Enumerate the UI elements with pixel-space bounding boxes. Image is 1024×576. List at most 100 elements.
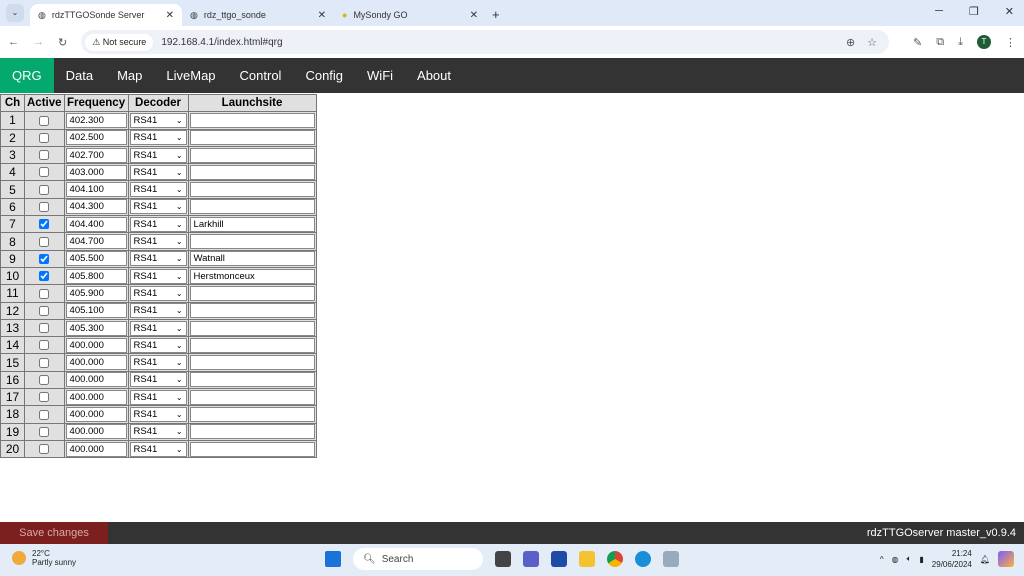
weather-widget[interactable]: 22°C Partly sunny xyxy=(12,549,76,567)
tab-rdz-ttgo-sonde[interactable]: ◍ rdz_ttgo_sonde ✕ xyxy=(182,4,334,26)
frequency-input[interactable]: 405.800 xyxy=(65,268,127,284)
decoder-select[interactable]: RS41 ⌄ xyxy=(129,112,187,128)
frequency-input[interactable]: 400.000 xyxy=(65,372,127,388)
active-checkbox[interactable] xyxy=(39,132,50,143)
download-icon[interactable]: ⤓ xyxy=(958,36,963,49)
active-checkbox[interactable] xyxy=(39,288,50,299)
profile-avatar[interactable]: T xyxy=(977,35,991,49)
decoder-select[interactable]: RS41 ⌄ xyxy=(129,424,187,440)
start-icon[interactable] xyxy=(325,551,341,567)
decoder-select[interactable]: RS41 ⌄ xyxy=(129,130,187,146)
tab-mysondy-go[interactable]: ● MySondy GO ✕ xyxy=(334,4,486,26)
nav-qrg[interactable]: QRG xyxy=(0,58,54,93)
active-checkbox[interactable] xyxy=(39,374,50,385)
active-checkbox[interactable] xyxy=(39,253,50,264)
launchsite-input[interactable] xyxy=(189,441,315,457)
frequency-input[interactable]: 405.300 xyxy=(65,320,127,336)
task-view-icon[interactable] xyxy=(495,551,511,567)
decoder-select[interactable]: RS41 ⌄ xyxy=(129,147,187,163)
active-checkbox[interactable] xyxy=(39,219,50,230)
active-checkbox[interactable] xyxy=(39,409,50,420)
decoder-select[interactable]: RS41 ⌄ xyxy=(129,303,187,319)
close-tab-icon[interactable]: ✕ xyxy=(166,10,174,21)
decoder-select[interactable]: RS41 ⌄ xyxy=(129,199,187,215)
not-secure-badge[interactable]: ⚠ Not secure xyxy=(85,33,154,51)
frequency-input[interactable]: 400.000 xyxy=(65,355,127,371)
launchsite-input[interactable] xyxy=(189,337,315,353)
decoder-select[interactable]: RS41 ⌄ xyxy=(129,389,187,405)
close-window-icon[interactable]: ✕ xyxy=(1005,5,1014,18)
frequency-input[interactable]: 404.300 xyxy=(65,199,127,215)
active-checkbox[interactable] xyxy=(39,167,50,178)
decoder-select[interactable]: RS41 ⌄ xyxy=(129,355,187,371)
launchsite-input[interactable] xyxy=(189,372,315,388)
active-checkbox[interactable] xyxy=(39,444,50,455)
launchsite-input[interactable]: Herstmonceux xyxy=(189,268,315,284)
launchsite-input[interactable]: Larkhill xyxy=(189,216,315,232)
forward-icon[interactable]: → xyxy=(33,36,44,48)
back-icon[interactable]: ← xyxy=(8,36,19,48)
file-explorer-icon[interactable] xyxy=(579,551,595,567)
restore-icon[interactable]: ❐ xyxy=(969,5,979,18)
active-checkbox[interactable] xyxy=(39,184,50,195)
frequency-input[interactable]: 402.500 xyxy=(65,130,127,146)
tray-chevron-icon[interactable]: ^ xyxy=(880,555,884,564)
launchsite-input[interactable] xyxy=(189,199,315,215)
active-checkbox[interactable] xyxy=(39,340,50,351)
launchsite-input[interactable] xyxy=(189,182,315,198)
nav-livemap[interactable]: LiveMap xyxy=(154,58,227,93)
frequency-input[interactable]: 400.000 xyxy=(65,441,127,457)
nav-data[interactable]: Data xyxy=(54,58,105,93)
decoder-select[interactable]: RS41 ⌄ xyxy=(129,164,187,180)
frequency-input[interactable]: 400.000 xyxy=(65,337,127,353)
launchsite-input[interactable] xyxy=(189,389,315,405)
notepad-icon[interactable] xyxy=(663,551,679,567)
url-text[interactable]: 192.168.4.1/index.html#qrg xyxy=(161,37,282,48)
frequency-input[interactable]: 400.000 xyxy=(65,424,127,440)
network-icon[interactable]: ◍ xyxy=(892,555,899,564)
active-checkbox[interactable] xyxy=(39,323,50,334)
frequency-input[interactable]: 403.000 xyxy=(65,164,127,180)
close-tab-icon[interactable]: ✕ xyxy=(470,10,478,21)
nav-map[interactable]: Map xyxy=(105,58,154,93)
reload-icon[interactable]: ↻ xyxy=(58,36,67,49)
active-checkbox[interactable] xyxy=(39,305,50,316)
store-icon[interactable] xyxy=(551,551,567,567)
decoder-select[interactable]: RS41 ⌄ xyxy=(129,441,187,457)
decoder-select[interactable]: RS41 ⌄ xyxy=(129,337,187,353)
frequency-input[interactable]: 405.100 xyxy=(65,303,127,319)
frequency-input[interactable]: 404.400 xyxy=(65,216,127,232)
bookmark-star-icon[interactable]: ☆ xyxy=(867,36,877,49)
frequency-input[interactable]: 404.100 xyxy=(65,182,127,198)
launchsite-input[interactable] xyxy=(189,303,315,319)
launchsite-input[interactable] xyxy=(189,130,315,146)
eyedropper-icon[interactable]: ✎ xyxy=(913,36,922,49)
launchsite-input[interactable] xyxy=(189,320,315,336)
frequency-input[interactable]: 405.500 xyxy=(65,251,127,267)
taskbar-search[interactable]: 🔍︎ Search xyxy=(353,548,483,570)
decoder-select[interactable]: RS41 ⌄ xyxy=(129,372,187,388)
decoder-select[interactable]: RS41 ⌄ xyxy=(129,182,187,198)
nav-config[interactable]: Config xyxy=(293,58,355,93)
launchsite-input[interactable] xyxy=(189,355,315,371)
launchsite-input[interactable] xyxy=(189,234,315,250)
save-changes-button[interactable]: Save changes xyxy=(0,522,108,544)
clock[interactable]: 21:24 29/06/2024 xyxy=(932,548,972,570)
new-tab-button[interactable]: + xyxy=(492,7,500,22)
nav-wifi[interactable]: WiFi xyxy=(355,58,405,93)
active-checkbox[interactable] xyxy=(39,115,50,126)
launchsite-input[interactable] xyxy=(189,285,315,301)
decoder-select[interactable]: RS41 ⌄ xyxy=(129,234,187,250)
tab-rdzttgosonde-server[interactable]: ◍ rdzTTGOSonde Server ✕ xyxy=(30,4,182,26)
decoder-select[interactable]: RS41 ⌄ xyxy=(129,406,187,422)
decoder-select[interactable]: RS41 ⌄ xyxy=(129,251,187,267)
notification-icon[interactable]: 🔔︎ xyxy=(980,555,990,564)
decoder-select[interactable]: RS41 ⌄ xyxy=(129,268,187,284)
extensions-icon[interactable]: ⧉ xyxy=(936,36,944,49)
battery-icon[interactable]: ▮ xyxy=(919,555,923,564)
frequency-input[interactable]: 402.700 xyxy=(65,147,127,163)
frequency-input[interactable]: 404.700 xyxy=(65,234,127,250)
frequency-input[interactable]: 405.900 xyxy=(65,285,127,301)
close-tab-icon[interactable]: ✕ xyxy=(318,10,326,21)
copilot-icon[interactable] xyxy=(998,551,1014,567)
